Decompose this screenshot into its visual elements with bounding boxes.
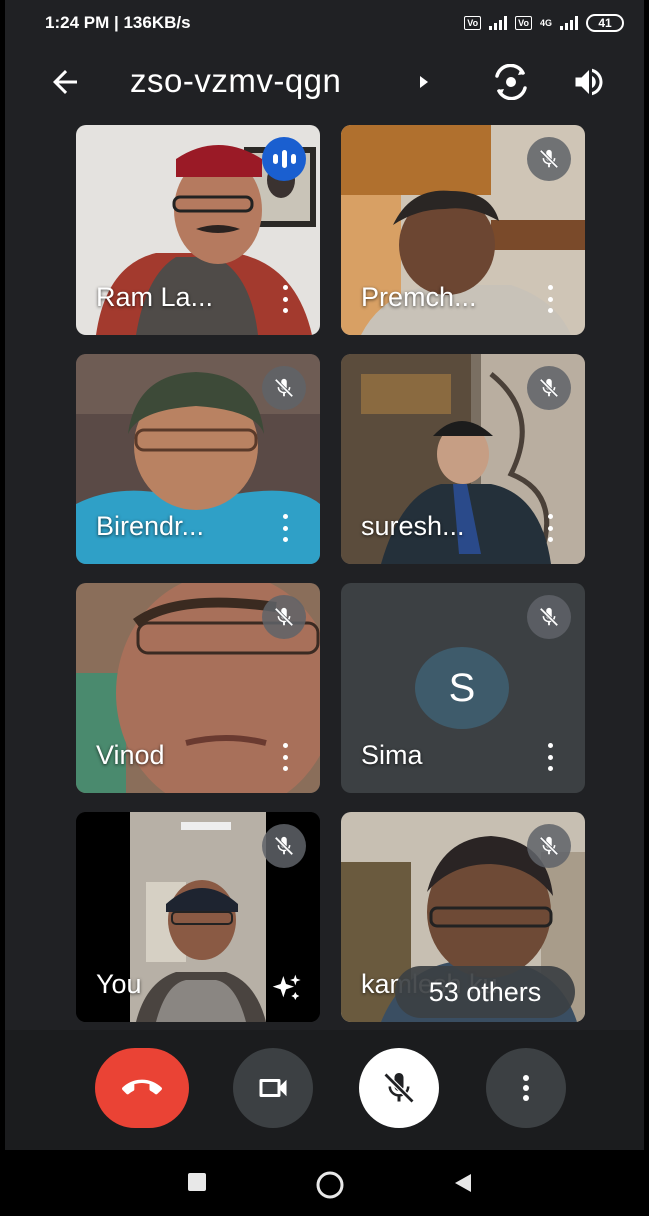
battery-icon: 41 [586,14,624,32]
back-nav-icon[interactable] [453,1172,473,1194]
top-app-bar: zso-vzmv-qgn [5,50,644,114]
mic-off-icon [262,595,306,639]
participant-name: Vinod [96,740,165,770]
participant-tile[interactable]: Vinod [76,583,320,793]
participant-name: suresh... [361,511,465,541]
mic-off-icon [262,366,306,410]
speaker-icon[interactable] [571,64,607,100]
sparkle-effects-icon[interactable] [270,972,302,1004]
back-arrow-icon[interactable] [47,64,83,100]
more-vert-icon[interactable] [280,743,290,771]
recents-icon[interactable] [187,1172,207,1192]
status-time: 1:24 PM | 136KB/s [45,13,191,32]
signal-icon-2 [560,16,578,30]
mic-off-icon [383,1072,415,1104]
participant-tile[interactable]: S Sima [341,583,585,793]
more-vert-icon[interactable] [280,285,290,313]
participant-tile[interactable]: Premch... [341,125,585,335]
volte-icon: Vo [464,16,482,30]
participant-tile[interactable]: Ram La... [76,125,320,335]
phone-hangup-icon [122,1079,162,1095]
more-vert-icon[interactable] [280,514,290,542]
home-icon[interactable] [315,1170,345,1200]
system-nav-bar [5,1150,644,1216]
more-vert-icon[interactable] [545,743,555,771]
mic-off-icon [527,824,571,868]
participant-name: Sima [361,740,423,770]
avatar: S [415,647,509,729]
participant-tile[interactable]: Birendr... [76,354,320,564]
more-options-button[interactable] [486,1048,566,1128]
microphone-button[interactable] [359,1048,439,1128]
status-icons: Vo Vo 4G 41 [464,14,624,32]
participant-name: Birendr... [96,511,205,541]
mic-off-icon [527,595,571,639]
meeting-code[interactable]: zso-vzmv-qgn [130,62,341,100]
video-camera-icon [259,1079,287,1097]
more-vert-icon [523,1075,529,1101]
meet-screen: 1:24 PM | 136KB/s Vo Vo 4G 41 zso-vzmv-q… [5,0,644,1216]
participant-name: Premch... [361,282,477,312]
speaking-indicator-icon [262,137,306,181]
participant-name: Ram La... [96,282,214,312]
participant-tile[interactable]: suresh... [341,354,585,564]
mic-off-icon [527,366,571,410]
more-vert-icon[interactable] [545,285,555,313]
volte-icon-2: Vo [515,16,532,30]
others-count-chip[interactable]: 53 others [395,966,575,1018]
mic-off-icon [262,824,306,868]
more-vert-icon[interactable] [545,514,555,542]
network-type: 4G [539,17,552,28]
call-controls [5,1030,644,1150]
end-call-button[interactable] [95,1048,189,1128]
mic-off-icon [527,137,571,181]
caret-right-icon[interactable] [417,74,431,90]
signal-icon [489,16,508,30]
camera-button[interactable] [233,1048,313,1128]
status-bar: 1:24 PM | 136KB/s Vo Vo 4G 41 [5,0,644,46]
participant-name: You [96,969,142,999]
camera-switch-icon[interactable] [491,64,531,100]
self-view-tile[interactable]: You [76,812,320,1022]
